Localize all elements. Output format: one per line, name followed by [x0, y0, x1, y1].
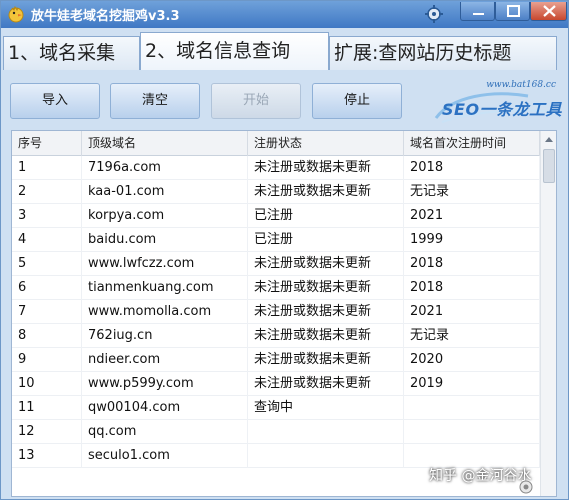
cell-status: [248, 420, 404, 444]
cell-status: 未注册或数据未更新: [248, 348, 404, 372]
watermark: 知乎 @金河谷水: [429, 468, 532, 484]
app-window: 放牛娃老域名挖掘鸡v3.3 1、域名采集 2、域名信息查询 扩展:查网站历史标题…: [0, 0, 569, 500]
minimize-button[interactable]: [460, 2, 495, 21]
tab-domain-info-query[interactable]: 2、域名信息查询: [140, 32, 329, 70]
cell-status: 未注册或数据未更新: [248, 372, 404, 396]
table-row[interactable]: 7 www.momolla.com 未注册或数据未更新 2021: [12, 300, 540, 324]
table-row[interactable]: 1 7196a.com 未注册或数据未更新 2018: [12, 156, 540, 180]
toolbar: 导入 清空 开始 停止 www.bat168.cc SEO一条龙工具: [4, 70, 565, 127]
chick-icon: [6, 4, 26, 24]
tab-bar: 1、域名采集 2、域名信息查询 扩展:查网站历史标题: [1, 28, 568, 70]
cell-status: 已注册: [248, 228, 404, 252]
cell-status: 未注册或数据未更新: [248, 324, 404, 348]
gear-icon[interactable]: [423, 4, 445, 24]
cell-first-registered: 2021: [404, 300, 540, 324]
cell-seq: 9: [12, 348, 82, 372]
cell-first-registered: 无记录: [404, 324, 540, 348]
seo-logo: www.bat168.cc SEO一条龙工具: [432, 76, 563, 124]
cell-domain: www.lwfczz.com: [82, 252, 248, 276]
column-header-first-registered[interactable]: 域名首次注册时间: [404, 131, 540, 156]
minimize-icon: [473, 13, 484, 15]
cell-first-registered: 无记录: [404, 180, 540, 204]
maximize-icon: [507, 5, 520, 17]
cell-first-registered: 2018: [404, 156, 540, 180]
cell-status: 查询中: [248, 396, 404, 420]
cell-seq: 8: [12, 324, 82, 348]
domain-table: 序号 顶级域名 注册状态 域名首次注册时间 1 7196a.com 未注册或数据未更…: [11, 130, 557, 497]
table-row[interactable]: 5 www.lwfczz.com 未注册或数据未更新 2018: [12, 252, 540, 276]
column-header-seq[interactable]: 序号: [12, 131, 82, 156]
table-row[interactable]: 11 qw00104.com 查询中: [12, 396, 540, 420]
cell-domain: qw00104.com: [82, 396, 248, 420]
title-bar[interactable]: 放牛娃老域名挖掘鸡v3.3: [1, 1, 568, 28]
tab-site-history-title[interactable]: 扩展:查网站历史标题: [329, 36, 557, 70]
cell-domain: www.momolla.com: [82, 300, 248, 324]
cell-first-registered: 2020: [404, 348, 540, 372]
logo-text: SEO一条龙工具: [442, 100, 563, 119]
cell-seq: 3: [12, 204, 82, 228]
maximize-button[interactable]: [495, 2, 530, 21]
cell-seq: 13: [12, 444, 82, 468]
cell-status: 未注册或数据未更新: [248, 180, 404, 204]
cell-first-registered: 2019: [404, 372, 540, 396]
cell-domain: www.p599y.com: [82, 372, 248, 396]
window-title: 放牛娃老域名挖掘鸡v3.3: [31, 9, 180, 24]
cell-first-registered: 2018: [404, 252, 540, 276]
cell-first-registered: [404, 396, 540, 420]
cell-first-registered: [404, 420, 540, 444]
table-row[interactable]: 6 tianmenkuang.com 未注册或数据未更新 2018: [12, 276, 540, 300]
cell-status: 未注册或数据未更新: [248, 252, 404, 276]
cell-status: 已注册: [248, 204, 404, 228]
table-body: 1 7196a.com 未注册或数据未更新 2018 2 kaa-01.com 未注册或数据…: [12, 156, 540, 496]
cell-domain: qq.com: [82, 420, 248, 444]
table-header: 序号 顶级域名 注册状态 域名首次注册时间: [12, 131, 540, 156]
tab-domain-collection[interactable]: 1、域名采集: [3, 36, 140, 70]
cell-first-registered: 2018: [404, 276, 540, 300]
start-button[interactable]: 开始: [211, 83, 301, 119]
cell-seq: 7: [12, 300, 82, 324]
cell-seq: 4: [12, 228, 82, 252]
cell-domain: 7196a.com: [82, 156, 248, 180]
cell-first-registered: 2021: [404, 204, 540, 228]
cell-seq: 6: [12, 276, 82, 300]
vertical-scrollbar[interactable]: [540, 131, 556, 496]
scroll-thumb[interactable]: [543, 149, 555, 183]
column-header-domain[interactable]: 顶级域名: [82, 131, 248, 156]
cell-seq: 2: [12, 180, 82, 204]
cell-status: 未注册或数据未更新: [248, 276, 404, 300]
table-row[interactable]: 2 kaa-01.com 未注册或数据未更新 无记录: [12, 180, 540, 204]
table-row[interactable]: 4 baidu.com 已注册 1999: [12, 228, 540, 252]
cell-domain: kaa-01.com: [82, 180, 248, 204]
close-button[interactable]: [530, 2, 567, 21]
cell-seq: 5: [12, 252, 82, 276]
column-header-status[interactable]: 注册状态: [248, 131, 404, 156]
cell-domain: baidu.com: [82, 228, 248, 252]
cell-seq: 11: [12, 396, 82, 420]
table-row[interactable]: 8 762iug.cn 未注册或数据未更新 无记录: [12, 324, 540, 348]
table-row[interactable]: 9 ndieer.com 未注册或数据未更新 2020: [12, 348, 540, 372]
table-row[interactable]: 3 korpya.com 已注册 2021: [12, 204, 540, 228]
badge-icon: [519, 479, 533, 494]
cell-seq: 1: [12, 156, 82, 180]
cell-domain: 762iug.cn: [82, 324, 248, 348]
cell-domain: seculo1.com: [82, 444, 248, 468]
cell-domain: korpya.com: [82, 204, 248, 228]
cell-seq: 12: [12, 420, 82, 444]
table-row[interactable]: 12 qq.com: [12, 420, 540, 444]
cell-seq: 10: [12, 372, 82, 396]
cell-status: 未注册或数据未更新: [248, 300, 404, 324]
close-icon: [543, 5, 556, 17]
import-button[interactable]: 导入: [10, 83, 100, 119]
clear-button[interactable]: 清空: [110, 83, 200, 119]
cell-domain: ndieer.com: [82, 348, 248, 372]
arrow-up-icon[interactable]: [542, 132, 556, 147]
logo-url: www.bat168.cc: [486, 80, 556, 90]
stop-button[interactable]: 停止: [312, 83, 402, 119]
cell-domain: tianmenkuang.com: [82, 276, 248, 300]
cell-status: 未注册或数据未更新: [248, 156, 404, 180]
cell-status: [248, 444, 404, 468]
cell-first-registered: 1999: [404, 228, 540, 252]
table-row[interactable]: 10 www.p599y.com 未注册或数据未更新 2019: [12, 372, 540, 396]
